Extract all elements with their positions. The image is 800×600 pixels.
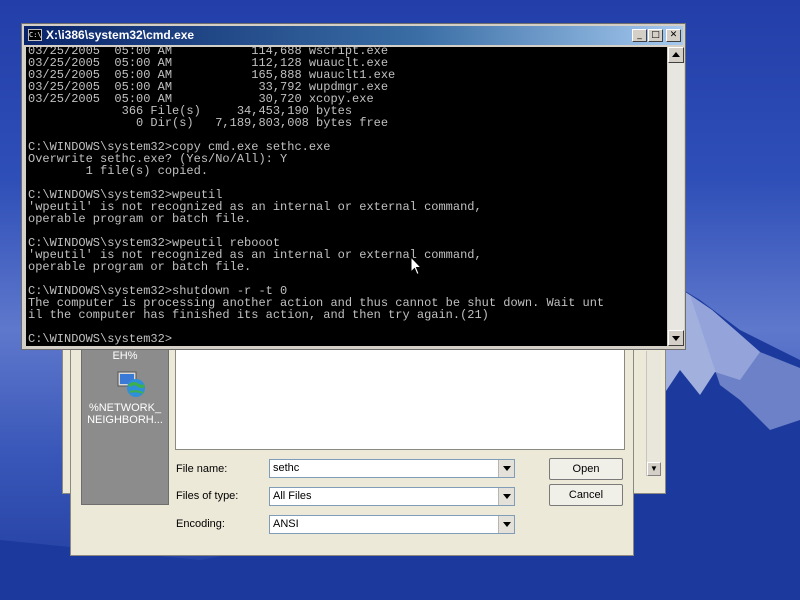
file-list[interactable] bbox=[175, 345, 625, 450]
open-file-dialog: EH% %NETWORK_ NEIGHBORH... File name: se… bbox=[70, 345, 634, 556]
open-button[interactable]: Open bbox=[549, 458, 623, 480]
file-name-field[interactable]: sethc bbox=[269, 459, 515, 478]
console-output-area[interactable]: 03/25/2005 05:00 AM 114,688 wscript.exe … bbox=[26, 47, 667, 346]
cmd-window[interactable]: C:\ X:\i386\system32\cmd.exe _ □ ✕ 03/25… bbox=[21, 23, 686, 350]
network-neighborhood-label-text: %NETWORK_ NEIGHBORH... bbox=[87, 402, 163, 426]
console-line: operable program or batch file. bbox=[28, 212, 252, 226]
maximize-button[interactable]: □ bbox=[648, 29, 663, 42]
console-line: C:\WINDOWS\system32> bbox=[28, 332, 173, 346]
console-vertical-scrollbar[interactable] bbox=[668, 47, 684, 346]
cmd-window-title: X:\i386\system32\cmd.exe bbox=[46, 28, 195, 42]
scroll-down-arrow-icon[interactable] bbox=[668, 330, 684, 346]
background-window-scrollbar[interactable]: ▼ bbox=[646, 351, 661, 476]
console-line: il the computer has finished its action,… bbox=[28, 308, 489, 322]
files-of-type-dropdown-icon[interactable] bbox=[498, 488, 514, 505]
close-button[interactable]: ✕ bbox=[666, 29, 681, 42]
encoding-label: Encoding: bbox=[176, 518, 225, 530]
places-bar: EH% %NETWORK_ NEIGHBORH... bbox=[81, 345, 169, 505]
encoding-dropdown-icon[interactable] bbox=[498, 516, 514, 533]
encoding-value: ANSI bbox=[273, 518, 299, 530]
scroll-down-arrow-icon[interactable]: ▼ bbox=[647, 462, 661, 476]
files-of-type-select[interactable]: All Files bbox=[269, 487, 515, 506]
minimize-button[interactable]: _ bbox=[632, 29, 647, 42]
mouse-cursor-icon bbox=[410, 256, 422, 276]
cancel-button[interactable]: Cancel bbox=[549, 484, 623, 506]
cmd-titlebar[interactable]: C:\ X:\i386\system32\cmd.exe _ □ ✕ bbox=[24, 26, 683, 45]
scroll-up-arrow-icon[interactable] bbox=[668, 47, 684, 63]
file-name-dropdown-icon[interactable] bbox=[498, 460, 514, 477]
network-neighborhood-icon[interactable] bbox=[116, 368, 148, 400]
cmd-app-icon[interactable]: C:\ bbox=[28, 29, 42, 41]
encoding-select[interactable]: ANSI bbox=[269, 515, 515, 534]
file-name-value: sethc bbox=[273, 462, 300, 474]
file-name-label: File name: bbox=[176, 463, 228, 475]
network-neighborhood-label[interactable]: %NETWORK_ NEIGHBORH... bbox=[82, 402, 168, 426]
console-text: 03/25/2005 05:00 AM 114,688 wscript.exe … bbox=[26, 47, 604, 345]
files-of-type-value: All Files bbox=[273, 490, 312, 502]
places-item-label[interactable]: EH% bbox=[82, 350, 168, 362]
console-line: 1 file(s) copied. bbox=[28, 164, 209, 178]
console-line: operable program or batch file. bbox=[28, 260, 252, 274]
files-of-type-label: Files of type: bbox=[176, 490, 239, 502]
console-line: 0 Dir(s) 7,189,803,008 bytes free bbox=[28, 116, 389, 130]
